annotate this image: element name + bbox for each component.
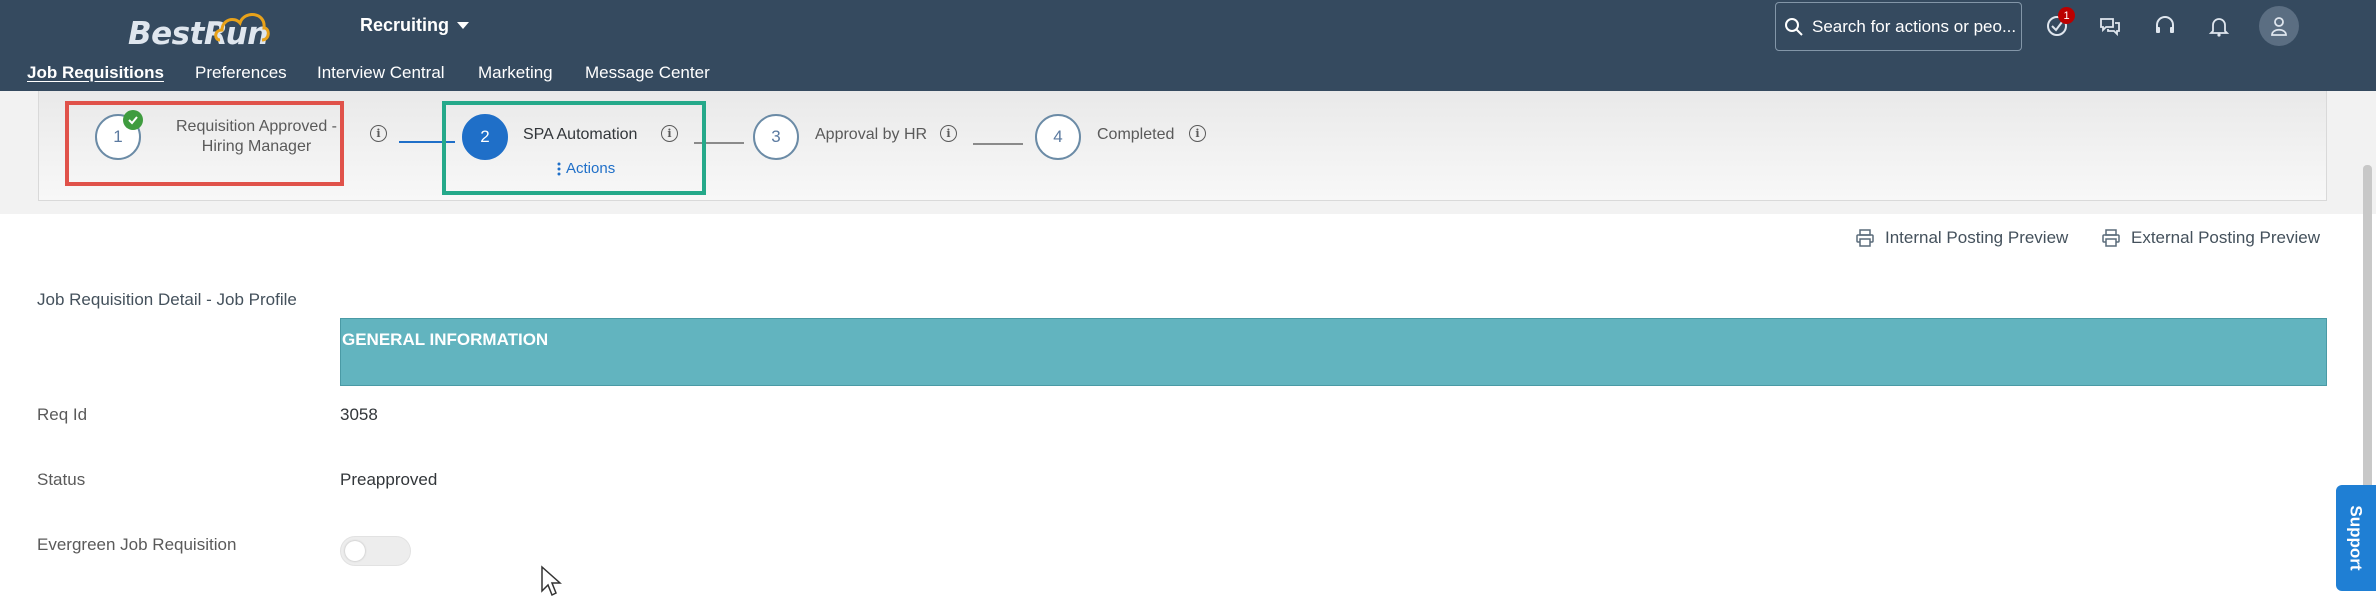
req-id-label: Req Id: [37, 405, 88, 424]
step-3-circle[interactable]: 3: [753, 114, 799, 160]
global-search-input[interactable]: Search for actions or peo...: [1775, 2, 2022, 51]
step-4-label: Completed: [1097, 126, 1175, 143]
feedback-button[interactable]: [2093, 9, 2127, 43]
shell-header: BestRun Recruiting Search for actions or…: [0, 0, 2376, 91]
req-id-value: 3058: [340, 405, 378, 424]
nav-marketing[interactable]: Marketing: [478, 63, 553, 83]
page-scrollbar[interactable]: [2363, 165, 2372, 500]
step-1-info-icon[interactable]: i: [370, 125, 387, 142]
general-information-header: GENERAL INFORMATION: [340, 318, 2327, 386]
external-posting-preview-button[interactable]: External Posting Preview: [2101, 228, 2320, 248]
evergreen-toggle[interactable]: [340, 536, 411, 566]
internal-posting-preview-label: Internal Posting Preview: [1885, 228, 2069, 247]
search-icon: [1785, 17, 1803, 36]
bell-icon: [2208, 18, 2230, 37]
printer-icon: [2102, 229, 2120, 247]
module-label: Recruiting: [360, 15, 450, 35]
step-3-info-icon[interactable]: i: [940, 125, 957, 142]
evergreen-label: Evergreen Job Requisition: [37, 535, 237, 554]
nav-message-center[interactable]: Message Center: [585, 63, 710, 83]
mouse-pointer-icon: [541, 565, 562, 597]
highlight-box-step-1: [65, 101, 344, 186]
user-avatar[interactable]: [2259, 6, 2299, 46]
toggle-knob: [345, 541, 365, 561]
status-label: Status: [37, 470, 86, 489]
support-tab[interactable]: Support: [2336, 485, 2376, 591]
nav-interview-central[interactable]: Interview Central: [317, 63, 445, 83]
feedback-icon: [2100, 18, 2120, 37]
internal-posting-preview-button[interactable]: Internal Posting Preview: [1855, 228, 2068, 248]
step-4-info-icon[interactable]: i: [1189, 125, 1206, 142]
help-button[interactable]: [2148, 9, 2182, 43]
step-3-label: Approval by HR: [815, 126, 928, 143]
search-placeholder: Search for actions or peo...: [1812, 16, 2017, 36]
notification-count-badge: 1: [2058, 7, 2075, 24]
printer-icon: [1856, 229, 1874, 247]
todo-button[interactable]: 1: [2040, 7, 2075, 43]
status-value: Preapproved: [340, 470, 438, 489]
external-posting-preview-label: External Posting Preview: [2131, 228, 2320, 247]
module-switcher[interactable]: Recruiting: [360, 15, 470, 36]
support-label: Support: [2347, 505, 2366, 571]
approval-progress-bar: [38, 91, 2327, 201]
user-avatar-icon: [2271, 17, 2287, 36]
notifications-button[interactable]: [2202, 9, 2236, 43]
chevron-down-icon: [457, 22, 470, 29]
detail-section-title: Job Requisition Detail - Job Profile: [37, 290, 297, 309]
step-4-circle[interactable]: 4: [1035, 114, 1081, 160]
nav-job-requisitions[interactable]: Job Requisitions: [27, 63, 164, 83]
step-connector-3: [973, 143, 1023, 145]
highlight-box-step-2: [442, 101, 706, 195]
support-headset-icon: [2156, 16, 2174, 33]
bestrun-logo[interactable]: BestRun: [128, 6, 288, 54]
logo-cloud-icon: [214, 13, 270, 42]
nav-preferences[interactable]: Preferences: [195, 63, 287, 83]
